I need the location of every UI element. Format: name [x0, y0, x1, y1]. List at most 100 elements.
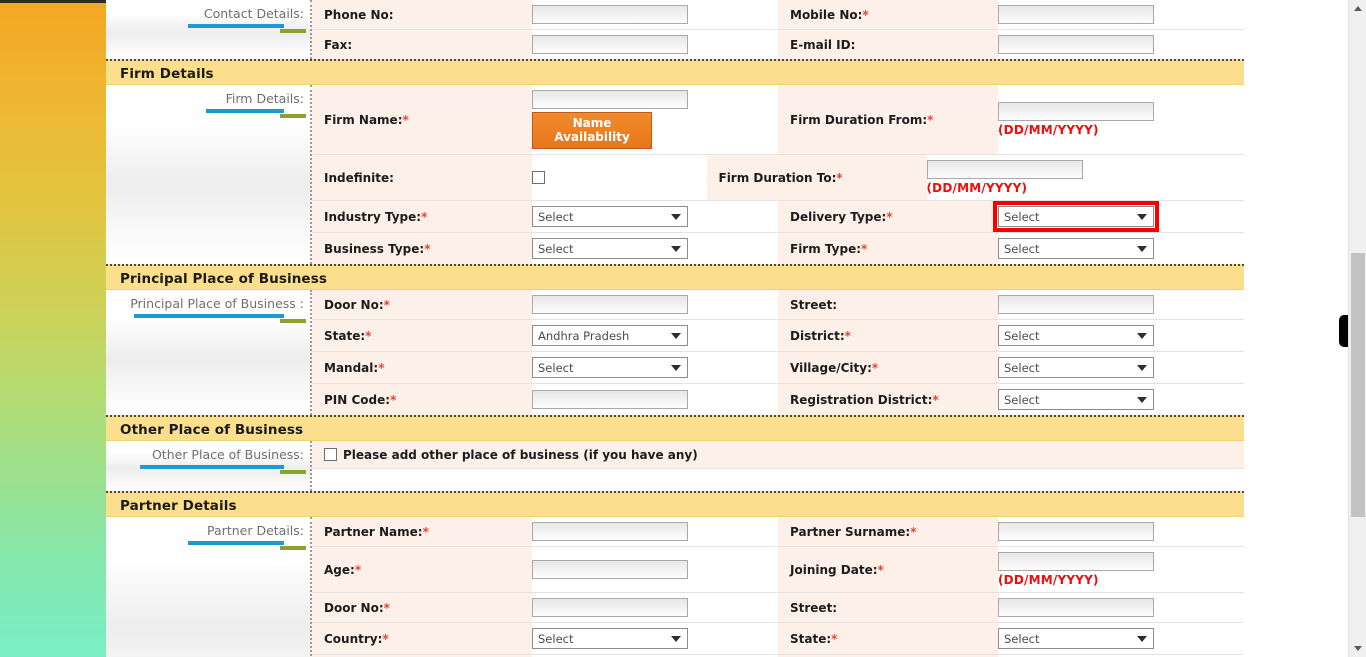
field-label-right: Mobile No: * — [778, 0, 998, 29]
required-asterisk: * — [871, 360, 879, 375]
text-input-left[interactable] — [532, 390, 688, 409]
text-input-left[interactable] — [532, 5, 688, 24]
text-input-right[interactable] — [998, 5, 1154, 24]
text-input-right[interactable] — [926, 160, 1083, 179]
required-asterisk: * — [383, 600, 390, 615]
scroll-up-arrow-icon[interactable] — [1349, 0, 1366, 17]
section-side-column-contact-details: Contact Details: — [106, 0, 312, 59]
chevron-down-icon — [1137, 213, 1147, 220]
field-label-right: Firm Duration To: * — [706, 155, 927, 200]
chevron-down-icon — [1137, 364, 1147, 371]
section-side-rule — [106, 465, 306, 474]
table-row: Industry Type: * Select Delivery Type: * Sele… — [312, 201, 1244, 233]
text-input-left[interactable] — [532, 560, 688, 579]
select-value: Select — [1004, 392, 1040, 407]
chevron-down-icon — [671, 635, 681, 642]
field-label-right: Joining Date: * — [778, 547, 998, 592]
text-input-left[interactable] — [532, 35, 688, 54]
field-label-left: State: * — [312, 320, 532, 351]
section-partner-details: Partner Details: Partner Name: * Partner Su… — [106, 517, 1244, 657]
other-place-checkbox[interactable] — [324, 448, 337, 461]
select-right[interactable]: Select — [998, 389, 1154, 410]
text-input-left[interactable] — [532, 522, 688, 541]
section-side-column-principal-place-of-business: Principal Place of Business : — [106, 290, 312, 415]
field-value-left — [532, 547, 778, 592]
rule-olive-bar — [280, 29, 306, 33]
section-side-rule — [106, 109, 306, 118]
field-value-left: Select — [532, 201, 778, 232]
chevron-down-icon — [1137, 635, 1147, 642]
select-right[interactable]: Select — [998, 628, 1154, 649]
text-input-right[interactable] — [998, 552, 1154, 571]
side-panel-handle[interactable] — [1339, 315, 1348, 347]
checkbox-left[interactable] — [532, 171, 545, 184]
select-value: Andhra Pradesh — [538, 328, 630, 343]
field-value-right — [998, 517, 1244, 546]
text-input-right[interactable] — [998, 522, 1154, 541]
field-label-right: Registration District: * — [778, 384, 998, 415]
section-contact-details: Contact Details: Phone No: Mobile No: * Fax:… — [106, 0, 1244, 59]
text-input-left[interactable] — [532, 295, 688, 314]
page-scrollbar[interactable] — [1348, 0, 1366, 657]
select-left[interactable]: Select — [532, 238, 688, 259]
select-right[interactable]: Select — [993, 201, 1159, 232]
table-row: Indefinite: Firm Duration To: * (DD/MM/YYYY… — [312, 155, 1244, 201]
chevron-down-icon — [1137, 396, 1147, 403]
required-asterisk: * — [365, 328, 372, 343]
field-value-right — [998, 30, 1244, 59]
required-asterisk: * — [831, 631, 838, 646]
text-input-left[interactable] — [532, 90, 688, 109]
required-asterisk: * — [421, 209, 428, 224]
section-header-principal-place-of-business: Principal Place of Business — [106, 264, 1244, 290]
select-left[interactable]: Select — [532, 206, 688, 227]
field-label-right: District: * — [778, 320, 998, 351]
required-asterisk: * — [844, 328, 851, 343]
select-left[interactable]: Select — [532, 357, 688, 378]
select-left[interactable]: Andhra Pradesh — [532, 325, 688, 346]
select-value: Select — [1004, 328, 1040, 343]
select-right[interactable]: Select — [998, 325, 1154, 346]
required-asterisk: * — [836, 170, 843, 185]
section-side-label: Other Place of Business: — [151, 447, 304, 462]
select-right[interactable]: Select — [998, 357, 1154, 378]
field-value-right: (DD/MM/YYYY) — [998, 547, 1244, 592]
field-value-right: Select — [993, 201, 1244, 232]
field-value-right — [998, 0, 1244, 29]
field-label-left: Indefinite: — [312, 155, 532, 200]
required-asterisk: * — [378, 360, 385, 375]
table-row: Age: * Joining Date: * (DD/MM/YYYY) — [312, 547, 1244, 593]
select-value: Select — [538, 360, 574, 375]
section-fields-firm-details: Firm Name: * Name Availability Firm Duratio… — [312, 85, 1244, 264]
section-header-partner-details: Partner Details — [106, 491, 1244, 517]
section-header-other-place-of-business: Other Place of Business — [106, 415, 1244, 441]
select-left[interactable]: Select — [532, 628, 688, 649]
table-row: Door No: * Street: — [312, 290, 1244, 320]
text-input-right[interactable] — [998, 35, 1154, 54]
required-asterisk: * — [383, 297, 390, 312]
rule-blue-bar — [206, 109, 284, 113]
field-value-right: Select — [998, 320, 1244, 351]
scroll-thumb[interactable] — [1351, 253, 1365, 517]
field-label-left: Fax: — [312, 30, 532, 59]
field-label-left: Partner Name: * — [312, 517, 532, 546]
select-value: Select — [538, 241, 574, 256]
form-content-area: Contact Details: Phone No: Mobile No: * Fax:… — [106, 0, 1348, 657]
field-label-left: Business Type: * — [312, 233, 532, 264]
text-input-right[interactable] — [998, 102, 1154, 121]
required-asterisk: * — [910, 524, 917, 539]
text-input-left[interactable] — [532, 598, 688, 617]
required-asterisk: * — [877, 562, 884, 577]
other-place-checkbox-label: Please add other place of business (if y… — [343, 447, 698, 462]
table-row: Partner Name: * Partner Surname: * — [312, 517, 1244, 547]
text-input-right[interactable] — [998, 295, 1154, 314]
field-value-right: Select — [998, 352, 1244, 383]
text-input-right[interactable] — [998, 598, 1154, 617]
field-value-left: Name Availability — [532, 85, 778, 154]
field-label-left: Door No: * — [312, 290, 532, 319]
rule-blue-bar — [188, 541, 284, 545]
name-availability-button[interactable]: Name Availability — [532, 112, 652, 149]
rule-olive-bar — [280, 114, 306, 118]
scroll-down-arrow-icon[interactable] — [1349, 640, 1366, 657]
select-right[interactable]: Select — [998, 238, 1154, 259]
required-asterisk: * — [390, 392, 397, 407]
